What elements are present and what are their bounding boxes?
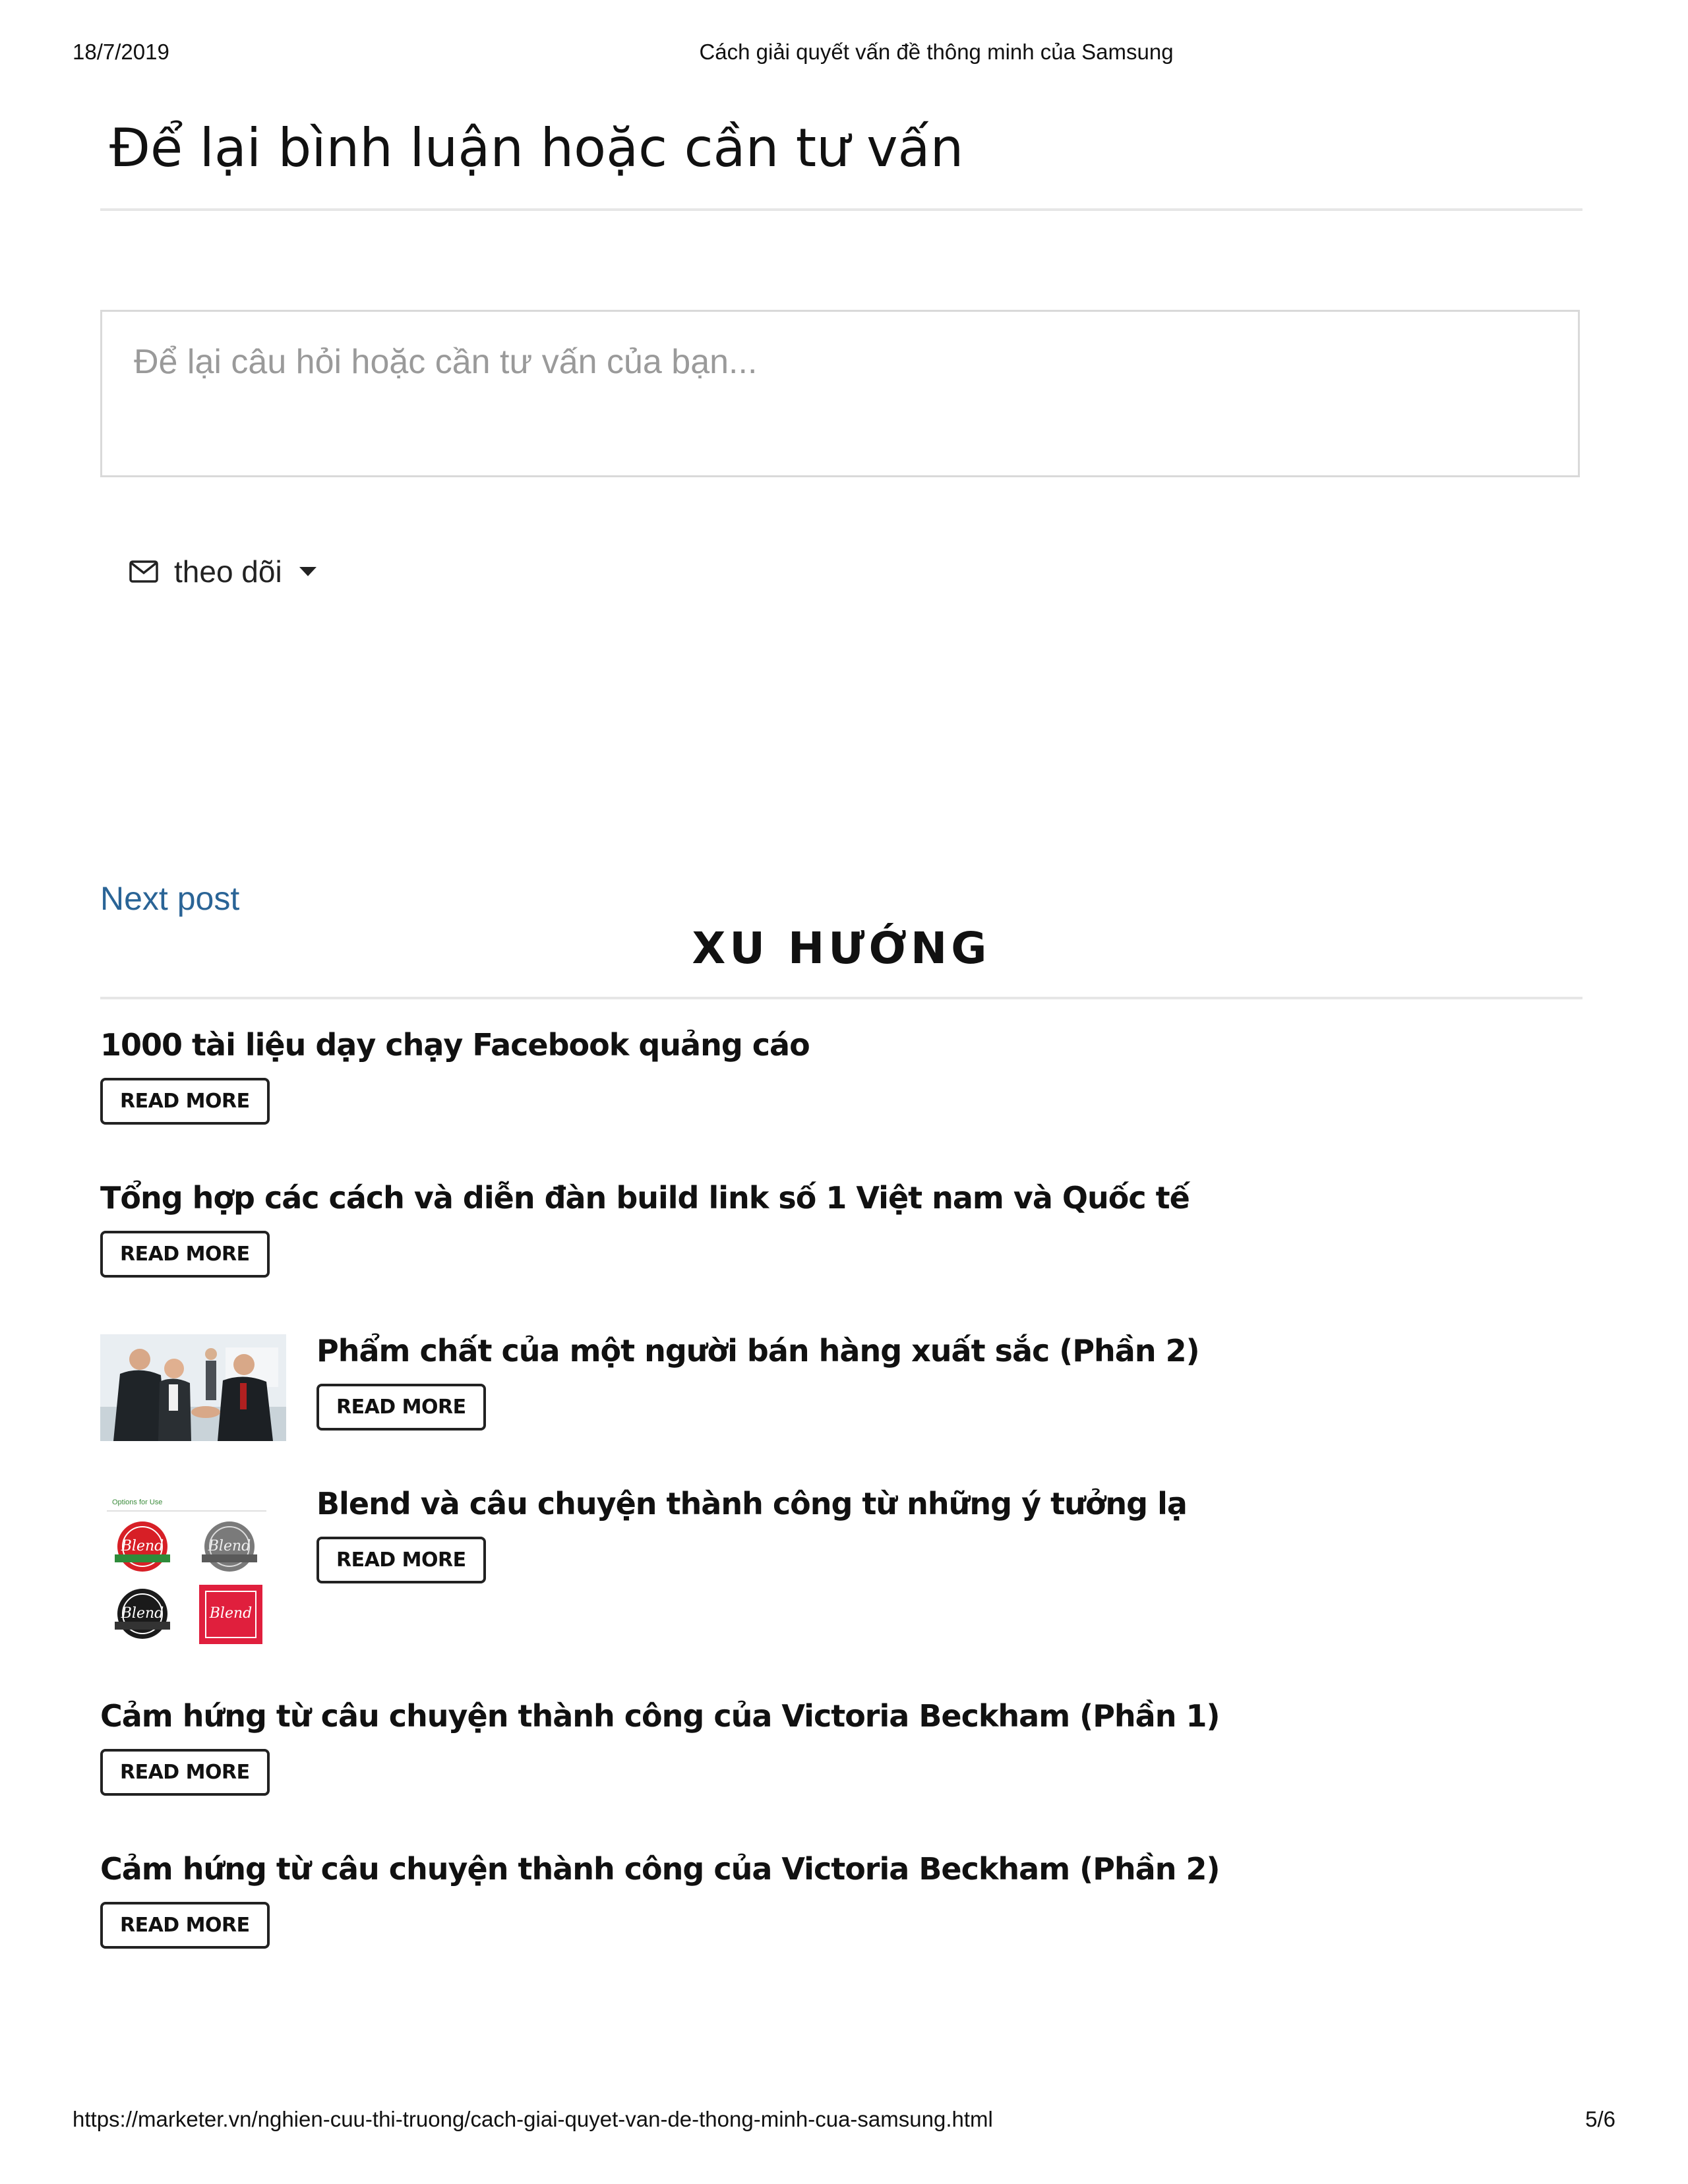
blend-logo-options-thumbnail[interactable]: Options for Use Blend Blend Blend Blend	[100, 1491, 273, 1649]
trending-item-title[interactable]: 1000 tài liệu dạy chạy Facebook quảng cá…	[100, 1027, 810, 1063]
read-more-button[interactable]: READ MORE	[100, 1902, 270, 1949]
envelope-icon	[129, 560, 158, 583]
read-more-button[interactable]: READ MORE	[100, 1078, 270, 1125]
trending-item: Tổng hợp các cách và diễn đàn build link…	[100, 1180, 1190, 1278]
follow-label: theo dõi	[174, 554, 282, 589]
comment-section-heading: Để lại bình luận hoặc cần tư vấn	[109, 117, 964, 179]
print-page-number: 5/6	[1585, 2107, 1615, 2131]
comment-input[interactable]: Để lại câu hỏi hoặc cần tư vấn của bạn..…	[100, 310, 1580, 477]
divider	[100, 208, 1582, 211]
trending-item-title[interactable]: Tổng hợp các cách và diễn đàn build link…	[100, 1180, 1190, 1216]
trending-item-title[interactable]: Blend và câu chuyện thành công từ những …	[316, 1486, 1188, 1522]
logo-text: Blend	[121, 1605, 164, 1622]
trending-item: Blend và câu chuyện thành công từ những …	[316, 1486, 1188, 1584]
comment-placeholder: Để lại câu hỏi hoặc cần tư vấn của bạn..…	[134, 343, 758, 381]
thumbnail-caption: Options for Use	[112, 1498, 162, 1506]
handshake-photo-thumbnail[interactable]	[100, 1334, 286, 1441]
trending-item-title[interactable]: Phẩm chất của một người bán hàng xuất sắ…	[316, 1333, 1200, 1369]
trending-heading: XU HƯỚNG	[692, 923, 991, 974]
logo-text: Blend	[121, 1538, 164, 1554]
next-post-link[interactable]: Next post	[100, 879, 239, 918]
trending-item: Phẩm chất của một người bán hàng xuất sắ…	[316, 1333, 1200, 1431]
read-more-button[interactable]: READ MORE	[100, 1749, 270, 1796]
print-url: https://marketer.vn/nghien-cuu-thi-truon…	[73, 2107, 993, 2131]
trending-item: Cảm hứng từ câu chuyện thành công của Vi…	[100, 1851, 1220, 1949]
caret-down-icon	[299, 567, 316, 576]
logo-text: Blend	[209, 1605, 252, 1622]
follow-dropdown[interactable]: theo dõi	[129, 554, 316, 589]
print-page-title: Cách giải quyết vấn đề thông minh của Sa…	[699, 40, 1174, 64]
read-more-button[interactable]: READ MORE	[100, 1231, 270, 1278]
trending-item: Cảm hứng từ câu chuyện thành công của Vi…	[100, 1698, 1220, 1796]
read-more-button[interactable]: READ MORE	[316, 1384, 486, 1431]
trending-item-title[interactable]: Cảm hứng từ câu chuyện thành công của Vi…	[100, 1851, 1220, 1887]
trending-item: 1000 tài liệu dạy chạy Facebook quảng cá…	[100, 1027, 810, 1125]
read-more-button[interactable]: READ MORE	[316, 1537, 486, 1584]
divider	[100, 997, 1582, 999]
trending-item-title[interactable]: Cảm hứng từ câu chuyện thành công của Vi…	[100, 1698, 1220, 1734]
logo-text: Blend	[208, 1538, 251, 1554]
